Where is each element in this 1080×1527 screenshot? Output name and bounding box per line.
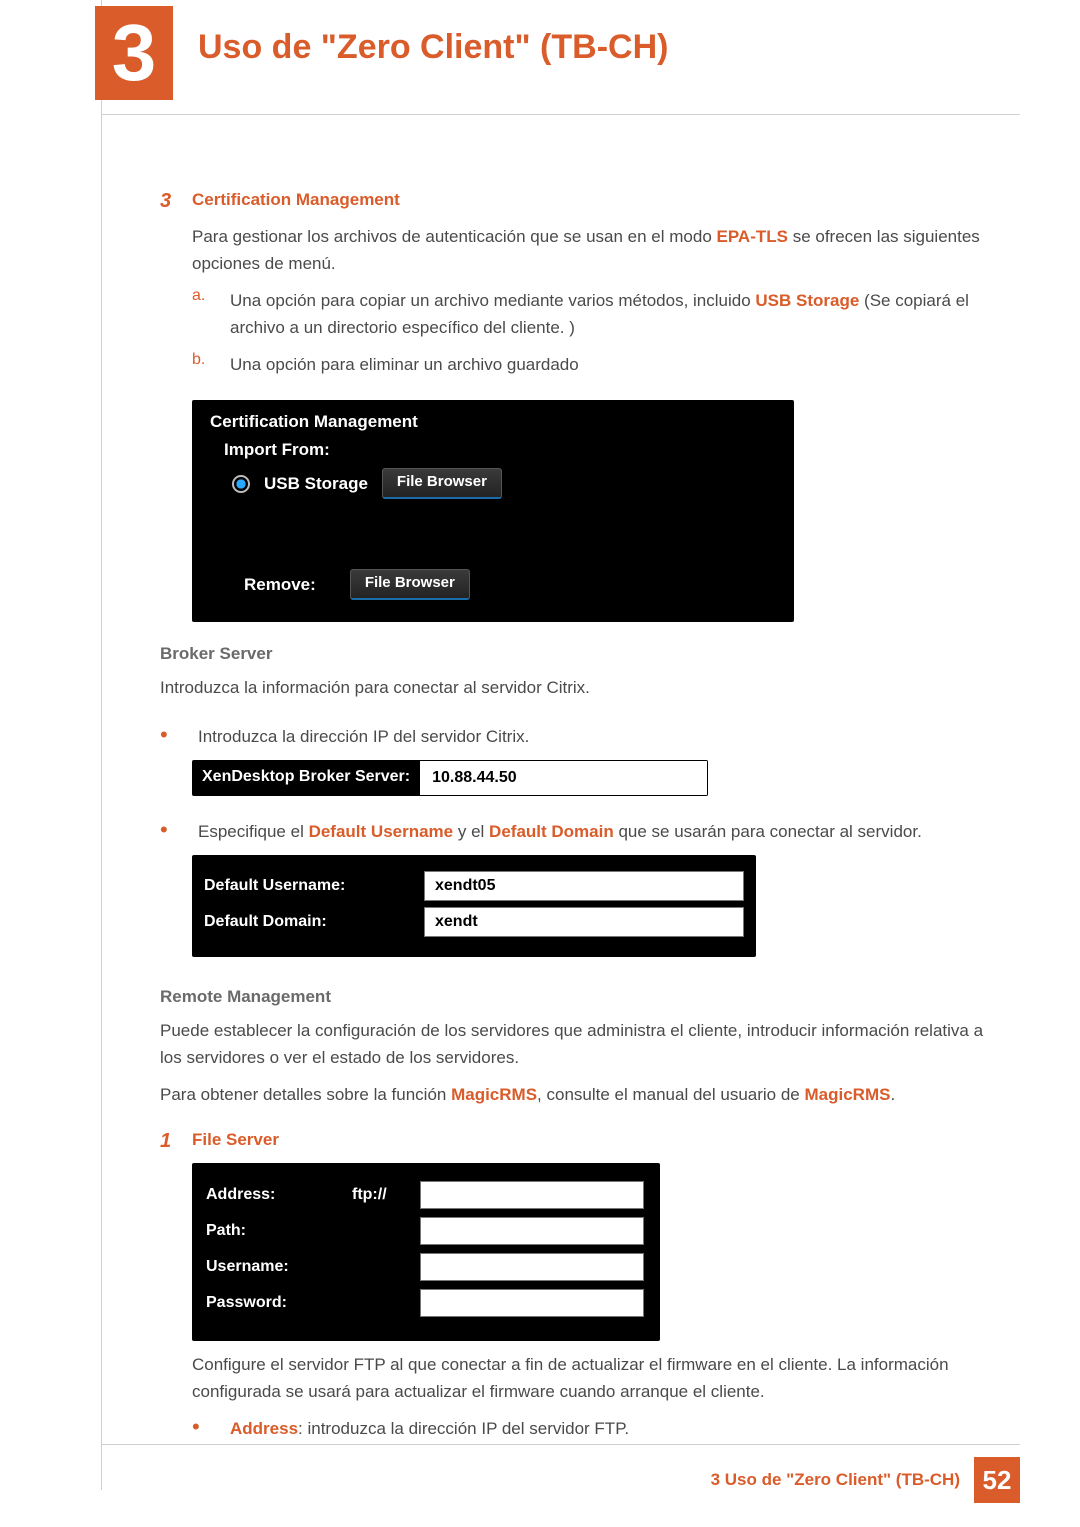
default-username-input[interactable]: xendt05 <box>424 871 744 901</box>
remove-label: Remove: <box>244 575 316 595</box>
fs-username-input[interactable] <box>420 1253 644 1281</box>
fs-password-input[interactable] <box>420 1289 644 1317</box>
step-number-fs: 1 <box>160 1130 192 1153</box>
substep-a: a. <box>192 287 230 305</box>
fs-ftp-prefix: ftp:// <box>352 1186 396 1204</box>
broker-server-screenshot: XenDesktop Broker Server: 10.88.44.50 <box>192 760 708 796</box>
footer-text: 3 Uso de "Zero Client" (TB-CH) <box>711 1470 960 1490</box>
remote-p2: Para obtener detalles sobre la función M… <box>160 1081 1008 1108</box>
fs-address-desc: Address: introduzca la dirección IP del … <box>230 1415 1008 1442</box>
broker-label: XenDesktop Broker Server: <box>192 760 420 796</box>
chapter-title: Uso de "Zero Client" (TB-CH) <box>198 28 668 67</box>
step-number: 3 <box>160 190 192 213</box>
fs-password-label: Password: <box>206 1294 328 1312</box>
bullet-icon: • <box>160 818 198 842</box>
remote-p1: Puede establecer la configuración de los… <box>160 1017 1008 1071</box>
usb-storage-radio[interactable] <box>232 475 250 493</box>
fs-path-input[interactable] <box>420 1217 644 1245</box>
file-browser-remove-button[interactable]: File Browser <box>350 569 470 600</box>
broker-value[interactable]: 10.88.44.50 <box>420 760 708 796</box>
horizontal-rule <box>101 114 1020 115</box>
substep-a-text: Una opción para copiar un archivo median… <box>230 287 1008 341</box>
page-footer: 3 Uso de "Zero Client" (TB-CH) 52 <box>101 1444 1020 1503</box>
broker-b1: Introduzca la dirección IP del servidor … <box>198 723 1008 750</box>
cert-title: Certification Management <box>210 412 776 432</box>
substep-b: b. <box>192 351 230 369</box>
bullet-icon: • <box>192 1415 230 1439</box>
section-heading-file-server: File Server <box>192 1130 279 1149</box>
bullet-icon: • <box>160 723 198 747</box>
page-number-badge: 52 <box>974 1457 1020 1503</box>
substep-b-text: Una opción para eliminar un archivo guar… <box>230 351 1008 378</box>
section-heading-cert: Certification Management <box>192 190 400 209</box>
fs-address-label: Address: <box>206 1186 328 1204</box>
fs-username-label: Username: <box>206 1258 328 1276</box>
cert-management-screenshot: Certification Management Import From: US… <box>192 400 794 622</box>
cert-intro: Para gestionar los archivos de autentica… <box>192 223 1008 277</box>
section-heading-broker: Broker Server <box>160 644 1008 664</box>
chapter-number-badge: 3 <box>95 6 173 100</box>
fs-address-input[interactable] <box>420 1181 644 1209</box>
default-domain-label: Default Domain: <box>204 913 424 931</box>
broker-intro: Introduzca la información para conectar … <box>160 674 1008 701</box>
broker-b2: Especifique el Default Username y el Def… <box>198 818 1008 845</box>
import-from-label: Import From: <box>224 440 776 460</box>
fs-path-label: Path: <box>206 1222 328 1240</box>
fs-desc: Configure el servidor FTP al que conecta… <box>192 1351 1008 1405</box>
usb-storage-label: USB Storage <box>264 474 368 494</box>
section-heading-remote: Remote Management <box>160 987 1008 1007</box>
default-domain-input[interactable]: xendt <box>424 907 744 937</box>
file-browser-import-button[interactable]: File Browser <box>382 468 502 499</box>
vertical-rule <box>101 0 102 1490</box>
default-credentials-screenshot: Default Username: xendt05 Default Domain… <box>192 855 756 957</box>
default-username-label: Default Username: <box>204 877 424 895</box>
file-server-screenshot: Address: ftp:// Path: Username: Password… <box>192 1163 660 1341</box>
